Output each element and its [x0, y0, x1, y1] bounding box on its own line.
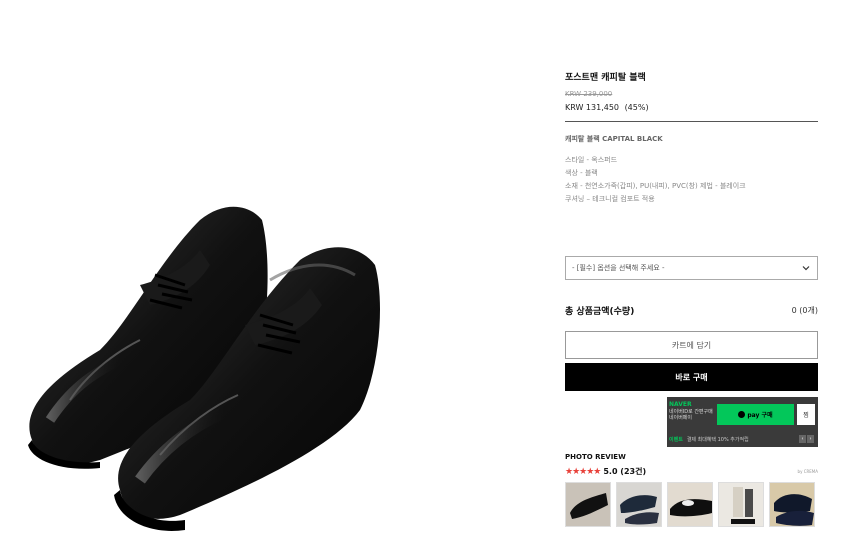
description-cushioning: 쿠셔닝 – 테크니컬 컴포트 적용 — [565, 195, 655, 203]
naver-wish-button[interactable]: 찜 — [797, 404, 815, 425]
review-score: 5.0 (23건) — [603, 467, 647, 476]
description-material: 소재 - 천연소가죽(갑피), PU(내피), PVC(창) 제법 - 블레이크 — [565, 182, 746, 190]
naver-pay-icon — [738, 411, 746, 418]
product-info: 포스트맨 캐피탈 블랙 KRW 239,000 KRW 131,450 (45%… — [565, 70, 818, 112]
chevron-left-icon[interactable]: ‹ — [799, 435, 806, 443]
option-select[interactable]: - [필수] 옵션을 선택해 주세요 - — [565, 256, 818, 280]
review-thumbnails — [565, 482, 815, 527]
sale-price: KRW 131,450 — [565, 103, 620, 112]
chevron-right-icon[interactable]: › — [807, 435, 814, 443]
product-title: 포스트맨 캐피탈 블랙 — [565, 73, 646, 83]
review-thumbnail[interactable] — [769, 482, 815, 527]
add-to-cart-button[interactable]: 카트에 담기 — [565, 331, 818, 359]
chevron-down-icon — [802, 266, 810, 271]
option-select-placeholder: - [필수] 옵션을 선택해 주세요 - — [572, 264, 665, 272]
black-oxford-shoes-image — [28, 206, 380, 531]
naver-pay-widget: NAVER 네이버ID로 간편구매 네이버페이 pay 구매 찜 이벤트 결제 … — [667, 397, 818, 447]
photo-review-title: PHOTO REVIEW — [565, 453, 626, 461]
star-rating-icon: ★★★★★ — [565, 466, 601, 477]
powered-by-crema: by CREMA — [797, 469, 818, 474]
description-title: 캐피탈 블랙 CAPITAL BLACK — [565, 135, 663, 143]
naver-logo: NAVER — [669, 401, 692, 408]
naver-pay-event-text: 결제 최대혜택 10% 추가적립 — [686, 436, 749, 443]
total-label: 총 상품금액(수량) — [565, 307, 635, 317]
review-thumbnail[interactable] — [565, 482, 611, 527]
naver-pay-subtitle: 네이버ID로 간편구매 네이버페이 — [669, 409, 713, 421]
product-description: 캐피탈 블랙 CAPITAL BLACK 스타일 - 옥스퍼드 색상 - 블랙 … — [565, 134, 818, 206]
sale-price-row: KRW 131,450 (45%) — [565, 103, 818, 112]
divider — [565, 121, 818, 122]
review-thumbnail[interactable] — [718, 482, 764, 527]
description-style: 스타일 - 옥스퍼드 — [565, 156, 618, 164]
discount-rate: (45%) — [624, 103, 649, 112]
total-row: 총 상품금액(수량) 0 (0개) — [565, 304, 818, 317]
review-thumbnail[interactable] — [616, 482, 662, 527]
total-value: 0 (0개) — [791, 306, 818, 315]
review-thumbnail[interactable] — [667, 482, 713, 527]
naver-pay-event-label: 이벤트 — [669, 436, 683, 443]
naver-pay-buy-button[interactable]: pay 구매 — [717, 404, 794, 425]
original-price: KRW 239,000 — [565, 90, 613, 98]
naver-pay-buy-label: pay 구매 — [747, 412, 773, 419]
naver-pay-event: 이벤트 결제 최대혜택 10% 추가적립 ‹ › — [669, 434, 816, 444]
review-score-row: ★★★★★ 5.0 (23건) by CREMA — [565, 466, 818, 477]
buy-now-button[interactable]: 바로 구매 — [565, 363, 818, 391]
description-color: 색상 - 블랙 — [565, 169, 598, 177]
product-image — [10, 190, 390, 540]
